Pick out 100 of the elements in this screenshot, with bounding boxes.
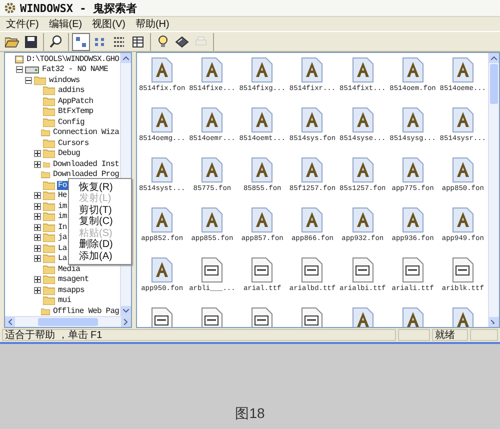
collapse-icon[interactable] [16,66,23,74]
expand-icon[interactable] [34,234,41,242]
vertical-scrollbar[interactable] [488,53,499,327]
tree-item[interactable]: AppPatch [57,96,94,106]
truetype-file-icon [402,257,424,283]
window-title: WINDOWSX - 鬼探索者 [20,0,137,16]
font-file-icon [151,207,174,233]
menu-item[interactable]: 恢复(R) [69,181,131,192]
tree-item[interactable]: BtFxTemp [57,107,94,116]
expand-icon[interactable] [34,150,41,158]
scroll-right-icon[interactable] [121,317,131,327]
tree-item[interactable]: mui [57,296,72,306]
menu-item[interactable]: 文件(F) [6,17,39,31]
expand-icon[interactable] [34,224,41,231]
scrollbar-thumb[interactable] [38,318,98,326]
figure-caption: 图18 [235,405,265,423]
font-file-icon [352,207,374,233]
folder-icon [43,296,55,306]
folder-icon [43,286,55,295]
font-file-icon [151,57,174,83]
tree-item[interactable]: Cursors [57,138,90,148]
menu-item[interactable]: 剪切(T) [69,204,131,216]
menu-item[interactable]: 删除(D) [69,238,131,250]
expand-icon[interactable] [34,255,41,262]
tree-item[interactable]: Fo [57,180,68,190]
expand-icon[interactable] [34,244,41,252]
tree-item[interactable]: Config [57,118,86,127]
font-file-icon [301,157,324,183]
tree-item[interactable]: Connection Wiza [52,128,120,138]
font-file-icon [201,207,224,233]
font-file-icon [452,207,474,233]
expand-icon[interactable] [34,160,41,168]
font-file-icon [301,207,324,233]
status-panel [470,329,498,341]
font-file-icon [301,107,324,133]
tree-item[interactable]: im [57,212,68,222]
scroll-left-icon[interactable] [5,317,15,327]
folder-icon [43,244,55,253]
gear-icon [4,2,16,14]
tree-item[interactable]: In [57,222,68,232]
tree-item[interactable]: Media [57,264,82,274]
font-file-icon [151,107,174,133]
tree-item[interactable]: Debug [57,149,82,158]
tree-item[interactable]: msagent [57,275,90,284]
expand-icon[interactable] [34,286,41,294]
menu-item[interactable]: 添加(A) [69,250,131,262]
truetype-file-icon [201,257,224,283]
tree-item[interactable]: addins [57,86,86,96]
folder-icon [43,96,55,106]
scroll-down-icon[interactable] [121,306,131,316]
open-folder-icon [5,36,19,48]
status-panel [398,329,430,341]
folder-icon [43,233,55,242]
folder-icon [41,306,50,316]
scroll-up-icon[interactable] [489,53,499,63]
printer-icon [195,36,207,48]
large-icons-view-icon [75,36,87,48]
font-file-icon [352,307,374,327]
drive-icon [25,66,39,74]
status-indicator: 就绪 [435,328,455,342]
font-file-icon [402,157,424,183]
tree-item[interactable]: Fat32 - NO NAME [41,65,110,74]
font-file-icon [352,57,374,83]
tree-item[interactable]: im [57,202,68,211]
tree-item[interactable]: msapps [57,286,86,295]
tree-item[interactable]: ja [57,233,68,242]
tree-item[interactable]: Offline Web Pag [52,306,120,316]
expand-icon[interactable] [34,276,41,284]
expand-icon[interactable] [34,213,41,220]
expand-icon[interactable] [34,202,41,210]
menu-item[interactable]: 帮助(H) [135,17,170,31]
truetype-file-icon [352,257,374,283]
folder-icon [43,118,55,127]
folder-icon [43,275,55,284]
tree-item[interactable]: Downloaded Prog [52,170,120,180]
collapse-icon[interactable] [25,76,32,84]
tree-item[interactable]: windows [48,76,81,85]
tree-item[interactable]: Downloaded Inst [52,160,120,169]
tree-item[interactable]: La [57,254,68,264]
menu-item[interactable]: 复制(C) [69,216,131,227]
folder-icon [43,191,55,200]
scroll-down-icon[interactable] [489,317,499,327]
font-file-icon [301,57,324,83]
scroll-up-icon[interactable] [121,53,131,63]
status-text: 适合于帮助 ，单击 F1 [5,328,102,342]
expand-icon[interactable] [34,192,41,200]
tree-item[interactable]: He [57,191,68,200]
tree-item[interactable]: D:\TOOLS\WINDOWSX.GHO [26,54,120,64]
scrollbar-thumb[interactable] [490,64,498,104]
folder-icon [43,212,55,222]
tree-item[interactable]: La [57,244,68,253]
folder-icon [43,86,55,96]
horizontal-scrollbar[interactable] [5,316,131,327]
menu-item[interactable]: 视图(V) [92,17,126,31]
folder-icon [43,264,55,274]
menu-item[interactable]: 编辑(E) [48,17,82,31]
small-icons-view-icon [94,36,106,48]
details-view-icon [132,36,144,48]
search-icon [50,35,62,48]
folder-icon [41,128,50,138]
